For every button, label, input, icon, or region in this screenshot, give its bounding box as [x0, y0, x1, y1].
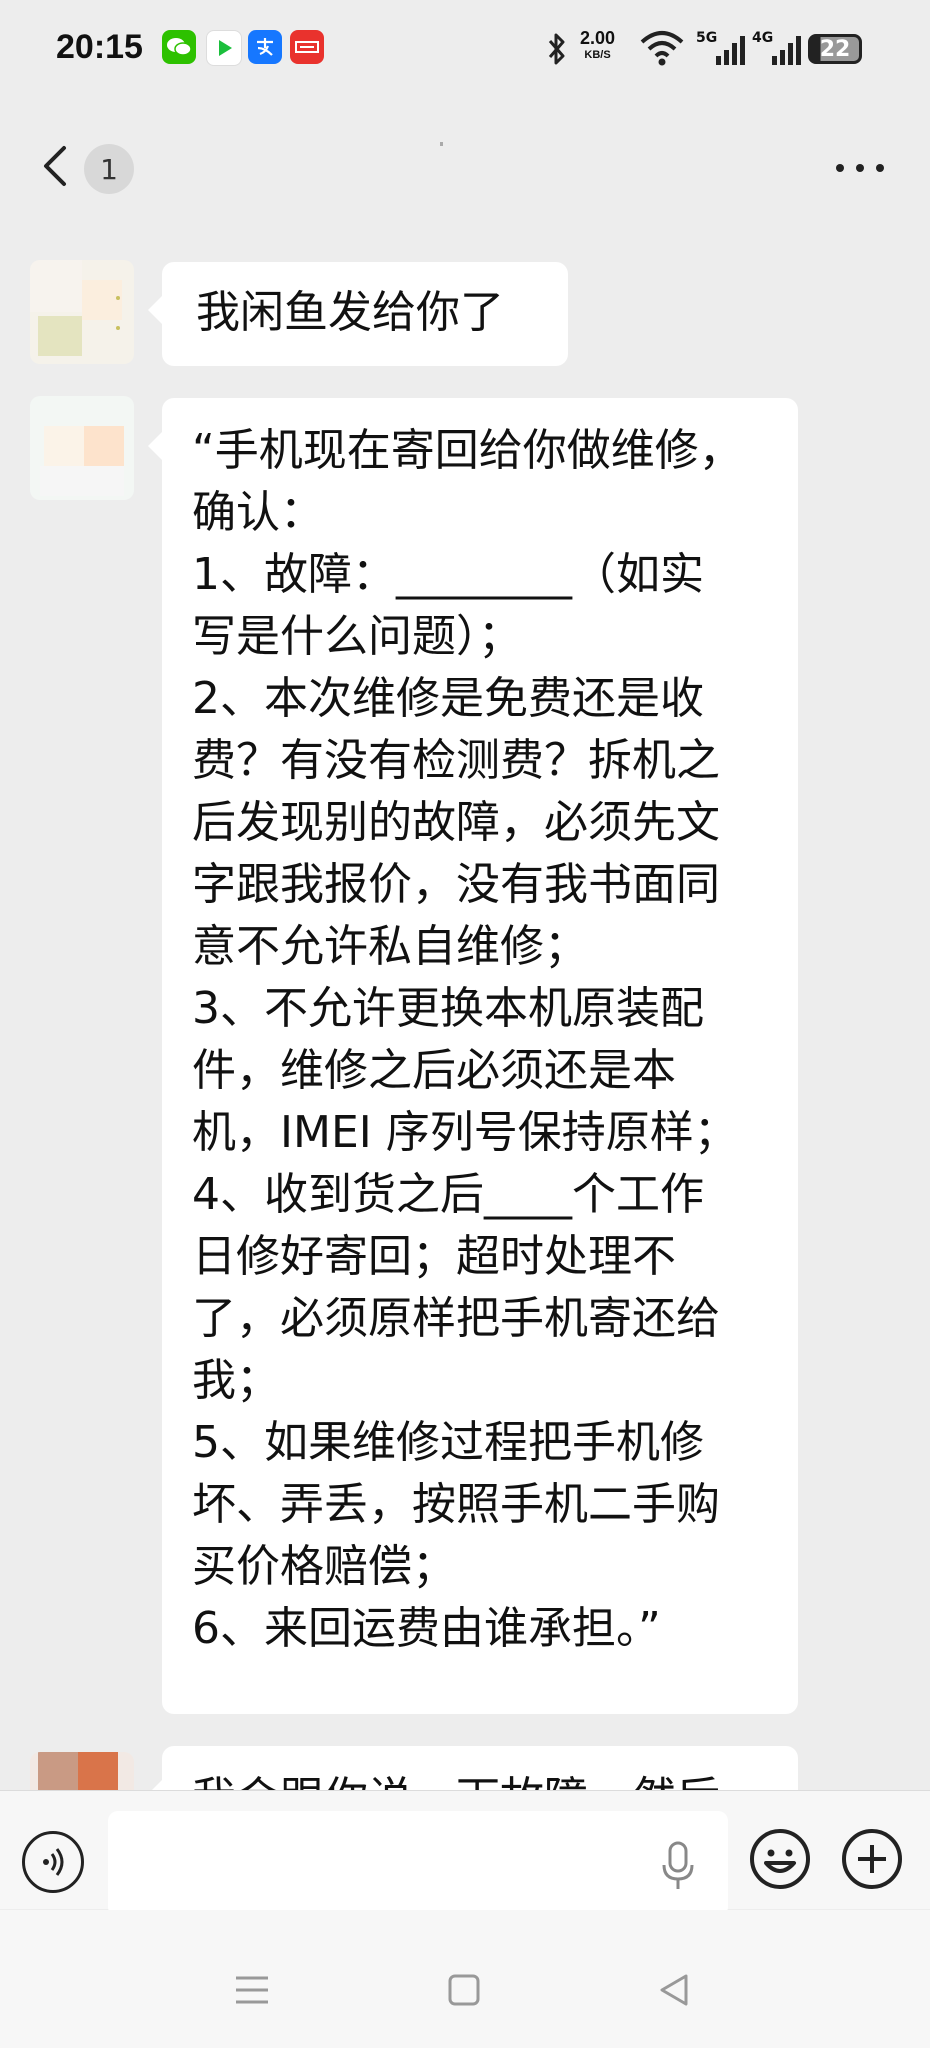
- message-bubble[interactable]: 我闲鱼发给你了: [148, 262, 568, 366]
- message-line: 了，必须原样把手机寄还给: [192, 1293, 720, 1344]
- home-icon[interactable]: [444, 1970, 484, 2010]
- message-line: 我；: [192, 1355, 280, 1406]
- status-time: 20:15: [56, 28, 143, 66]
- message-line: 5、如果维修过程把手机修: [192, 1417, 704, 1468]
- network-speed-value: 2.00: [580, 28, 616, 48]
- emoji-icon[interactable]: [748, 1827, 812, 1891]
- message-line: 字跟我报价，没有我书面同: [192, 859, 720, 910]
- contact-avatar[interactable]: [30, 260, 134, 364]
- message-line: 件，维修之后必须还是本: [192, 1045, 676, 1096]
- alipay-icon: [248, 30, 282, 64]
- message-line: “手机现在寄回给你做维修，: [192, 425, 743, 476]
- message-line: 确认：: [192, 487, 324, 538]
- message-line: 意不允许私自维修；: [192, 921, 588, 972]
- message-line: 1、故障：________（如实: [192, 549, 704, 600]
- system-navigation-bar: [0, 1910, 930, 2048]
- chat-title: [440, 142, 443, 146]
- message-line: 机，IMEI 序列号保持原样；: [192, 1107, 738, 1158]
- contact-avatar[interactable]: [30, 396, 134, 500]
- network-speed: 2.00 KB/S: [580, 28, 616, 64]
- signal-5g-icon: 5G: [696, 30, 748, 66]
- message-line: 费？有没有检测费？拆机之: [192, 735, 720, 786]
- battery-indicator: 22: [808, 34, 862, 64]
- message-line: 写是什么问题）；: [192, 611, 522, 662]
- signal-4g-icon: 4G: [752, 30, 804, 66]
- message-line: 坏、弄丢，按照手机二手购: [192, 1479, 720, 1530]
- toutiao-icon: [290, 30, 324, 64]
- more-options-icon[interactable]: [830, 156, 890, 180]
- chat-header: 1: [0, 120, 930, 210]
- menu-icon[interactable]: [232, 1970, 272, 2010]
- back-icon[interactable]: [654, 1970, 694, 2010]
- status-bar: 20:15 2.00 KB/S 5G 4G 22: [0, 0, 930, 100]
- message-line: 买价格赔偿；: [192, 1541, 456, 1592]
- message-line: 3、不允许更换本机原装配: [192, 983, 704, 1034]
- iqiyi-icon: [206, 30, 242, 66]
- message-line: 后发现别的故障，必须先文: [192, 797, 720, 848]
- back-arrow-icon[interactable]: [36, 144, 76, 188]
- input-bar: [0, 1790, 930, 1917]
- voice-icon: [43, 1848, 64, 1876]
- message-line: 4、收到货之后____个工作: [192, 1169, 704, 1220]
- message-bubble[interactable]: “手机现在寄回给你做维修， 确认： 1、故障：________（如实 写是什么问…: [148, 398, 798, 1714]
- plus-icon[interactable]: [840, 1827, 904, 1891]
- message-text: 我闲鱼发给你了: [196, 287, 504, 338]
- wechat-icon: [162, 30, 196, 64]
- message-line: 日修好寄回；超时处理不: [192, 1231, 676, 1282]
- message-input[interactable]: [108, 1811, 728, 1917]
- microphone-icon[interactable]: [658, 1839, 698, 1893]
- message-line: 6、来回运费由谁承担。”: [192, 1603, 661, 1654]
- network-speed-unit: KB/S: [584, 49, 611, 61]
- voice-mode-button[interactable]: [22, 1831, 84, 1893]
- wifi-icon: [640, 31, 684, 66]
- unread-count-badge[interactable]: 1: [84, 144, 134, 194]
- message-line: 2、本次维修是免费还是收: [192, 673, 704, 724]
- bluetooth-icon: [548, 33, 565, 65]
